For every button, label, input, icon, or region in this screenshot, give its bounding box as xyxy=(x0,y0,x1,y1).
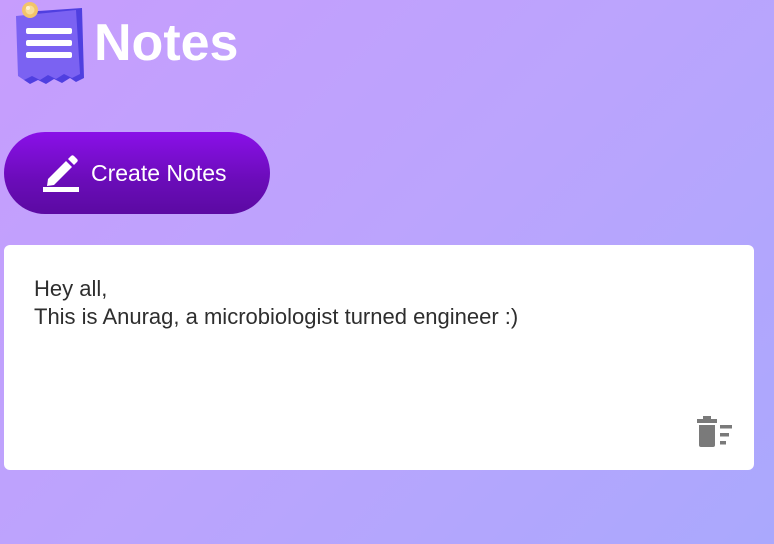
create-notes-button[interactable]: Create Notes xyxy=(4,132,270,214)
app-header: Notes xyxy=(12,0,238,88)
note-card: Hey all, This is Anurag, a microbiologis… xyxy=(4,245,754,470)
delete-sweep-icon[interactable] xyxy=(693,415,735,449)
create-notes-label: Create Notes xyxy=(91,159,227,186)
pencil-icon xyxy=(42,153,80,193)
note-text[interactable]: Hey all, This is Anurag, a microbiologis… xyxy=(34,275,518,331)
page-title: Notes xyxy=(94,14,239,72)
notepad-menu-icon xyxy=(12,0,88,88)
